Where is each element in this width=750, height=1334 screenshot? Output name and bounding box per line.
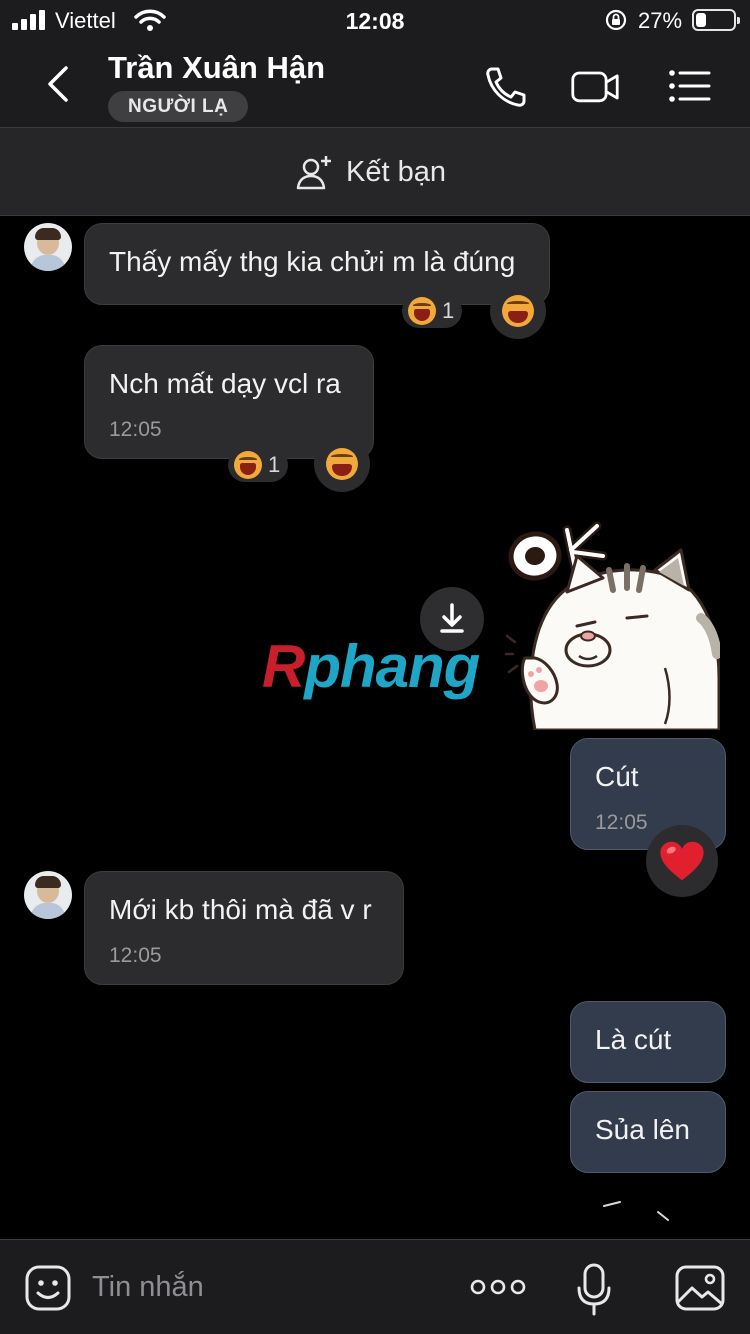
emoji-icon[interactable] bbox=[24, 1264, 72, 1312]
microphone-icon[interactable] bbox=[574, 1262, 614, 1318]
reaction-button[interactable] bbox=[490, 283, 546, 339]
reaction-summary[interactable]: 1 bbox=[228, 448, 289, 482]
message-text: Sủa lên bbox=[595, 1114, 690, 1145]
heart-icon bbox=[660, 841, 704, 881]
battery-percent: 27% bbox=[638, 8, 683, 33]
reaction-count: 1 bbox=[442, 298, 455, 323]
add-friend-button[interactable]: Kết bạn bbox=[0, 128, 750, 216]
message-text: Nch mất dạy vcl ra bbox=[109, 368, 341, 399]
chat-header: Trần Xuân Hận NGƯỜI LẠ bbox=[0, 42, 750, 128]
reaction-summary[interactable]: 1 bbox=[402, 294, 463, 328]
message-text: Cút bbox=[595, 761, 639, 792]
message-text: Thấy mấy thg kia chửi m là đúng bbox=[109, 246, 516, 277]
laughing-emoji-icon bbox=[234, 451, 262, 479]
battery-level-fill bbox=[696, 13, 706, 27]
phone-icon[interactable] bbox=[480, 64, 530, 108]
message-composer bbox=[0, 1239, 750, 1334]
menu-list-icon[interactable] bbox=[664, 64, 714, 108]
image-icon[interactable] bbox=[674, 1264, 726, 1312]
laughing-emoji-icon bbox=[502, 295, 534, 327]
video-call-icon[interactable] bbox=[570, 64, 620, 108]
add-person-icon bbox=[296, 156, 331, 190]
message-bubble[interactable]: Sủa lên bbox=[570, 1091, 726, 1173]
add-friend-label: Kết bạn bbox=[346, 156, 446, 188]
message-time: 12:05 bbox=[595, 811, 648, 834]
message-time: 12:05 bbox=[109, 418, 162, 441]
back-icon[interactable] bbox=[38, 62, 78, 106]
more-icon[interactable] bbox=[470, 1274, 526, 1300]
laughing-emoji-icon bbox=[326, 448, 358, 480]
battery-icon bbox=[692, 9, 740, 31]
ok-cat-sticker[interactable] bbox=[505, 508, 720, 730]
heart-reaction-button[interactable] bbox=[646, 825, 718, 897]
message-input[interactable] bbox=[92, 1262, 452, 1312]
reaction-button[interactable] bbox=[314, 436, 370, 492]
reaction-count: 1 bbox=[268, 452, 281, 477]
laughing-emoji-icon bbox=[408, 297, 436, 325]
stranger-badge: NGƯỜI LẠ bbox=[108, 91, 249, 122]
message-bubble[interactable]: Mới kb thôi mà đã v r 12:05 bbox=[84, 871, 404, 985]
message-bubble[interactable]: Là cút bbox=[570, 1001, 726, 1083]
message-bubble[interactable]: Thấy mấy thg kia chửi m là đúng bbox=[84, 223, 550, 305]
status-bar: Viettel 12:08 27% bbox=[0, 0, 750, 42]
contact-avatar[interactable] bbox=[24, 223, 72, 271]
message-time: 12:05 bbox=[109, 944, 162, 967]
typing-indicator bbox=[603, 1201, 669, 1221]
contact-avatar[interactable] bbox=[24, 871, 72, 919]
watermark-rest: phang bbox=[304, 633, 480, 700]
message-text: Là cút bbox=[595, 1024, 672, 1055]
rotation-lock-icon bbox=[605, 9, 627, 31]
message-text: Mới kb thôi mà đã v r bbox=[109, 894, 372, 925]
watermark: Rphang bbox=[262, 633, 480, 700]
contact-name[interactable]: Trần Xuân Hận bbox=[108, 50, 325, 86]
